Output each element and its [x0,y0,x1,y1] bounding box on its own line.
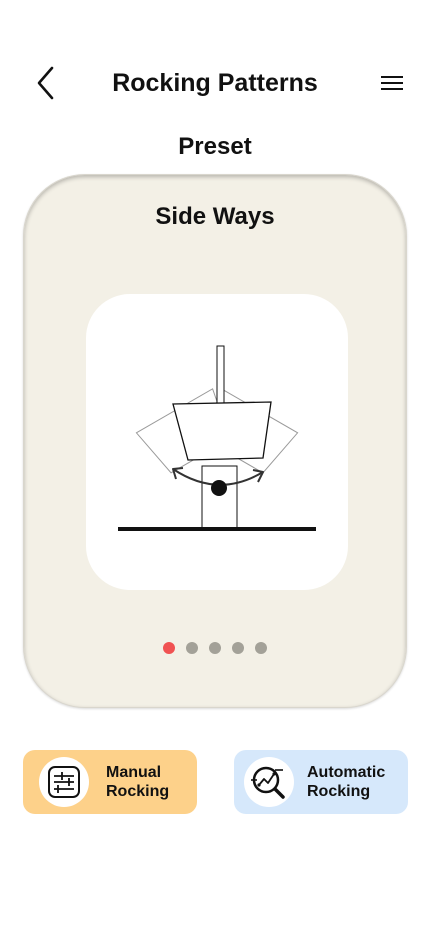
automatic-rocking-label: Automatic Rocking [307,764,386,800]
header: Rocking Patterns [0,55,430,111]
pagination-dots [24,642,406,654]
side-ways-rocking-illustration-icon [118,345,316,531]
automatic-rocking-button[interactable]: Automatic Rocking [234,750,408,814]
page-dot-3[interactable] [209,642,221,654]
menu-button[interactable] [378,73,406,95]
page-dot-1[interactable] [163,642,175,654]
page-dot-4[interactable] [232,642,244,654]
hamburger-menu-icon [381,76,403,90]
manual-rocking-label: Manual Rocking [106,764,170,800]
auto-search-icon [244,757,294,807]
preset-card[interactable]: Side Ways [23,174,407,708]
page-dot-2[interactable] [186,642,198,654]
page-title: Rocking Patterns [112,69,318,97]
illustration-box [86,294,348,590]
manual-rocking-button[interactable]: Manual Rocking [23,750,197,814]
sliders-icon [39,757,89,807]
preset-title: Side Ways [155,203,275,230]
section-title: Preset [178,133,252,160]
page-dot-5[interactable] [255,642,267,654]
